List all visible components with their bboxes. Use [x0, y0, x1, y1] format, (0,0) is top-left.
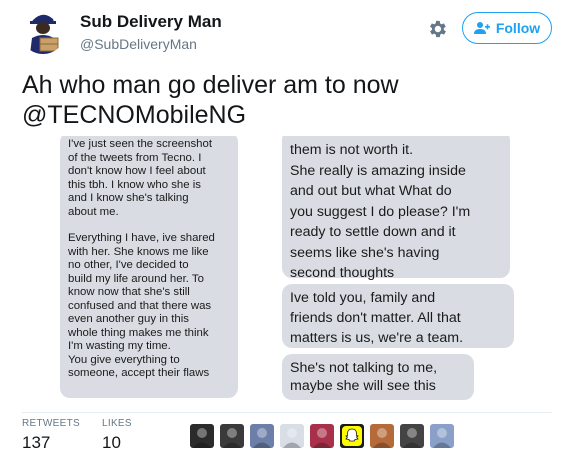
- message-line: of the tweets from Tecno. I: [68, 151, 202, 164]
- message-line: with her. She knows me like: [68, 245, 209, 258]
- message-bubble-right: them is not worth it. She really is amazi…: [282, 136, 510, 281]
- retweets-label: RETWEETS: [22, 418, 80, 429]
- tweet-header: Sub Delivery Man @SubDeliveryMan Follow: [0, 0, 570, 64]
- retweets-stat[interactable]: RETWEETS 137: [22, 418, 80, 453]
- gear-icon[interactable]: [426, 18, 448, 40]
- follow-button[interactable]: Follow: [462, 12, 552, 44]
- liker-avatar[interactable]: [370, 424, 394, 448]
- liker-avatar[interactable]: [430, 424, 454, 448]
- message-line: know now that she's still: [68, 286, 190, 298]
- add-user-icon: [473, 22, 490, 34]
- message-line: whole thing makes me think: [68, 326, 209, 339]
- message-line: about me.: [68, 205, 119, 218]
- liker-avatar[interactable]: [400, 424, 424, 448]
- message-bubble-right: She's not talking to me, maybe she will s…: [282, 354, 474, 400]
- message-line: [68, 219, 232, 232]
- message-line: and out but what What do: [290, 183, 452, 199]
- retweets-count: 137: [22, 433, 51, 452]
- liker-avatar[interactable]: [190, 424, 214, 448]
- message-line: friends don't matter. All that: [290, 310, 461, 326]
- message-line: Ive told you, family and: [290, 290, 436, 306]
- message-line: seems like she's having: [290, 244, 440, 261]
- message-line: Everything I have, ive shared: [68, 232, 215, 244]
- tweet-text-line: Ah who man go deliver am to now: [22, 71, 399, 99]
- message-line: confused and that there was: [68, 299, 212, 312]
- message-line: someone, accept their flaws: [68, 367, 210, 379]
- tweet-image[interactable]: I've just seen the screenshot of the twee…: [60, 136, 520, 408]
- message-line: I've just seen the screenshot: [68, 138, 213, 150]
- message-line: She really is amazing inside: [290, 162, 466, 179]
- message-line: You give everything to: [68, 353, 180, 366]
- message-line: She's not talking to me,: [290, 360, 438, 376]
- stats-divider: [22, 412, 552, 413]
- message-line: second thoughts: [290, 265, 395, 281]
- message-bubble-right: Ive told you, family and friends don't ma…: [282, 284, 514, 348]
- display-name[interactable]: Sub Delivery Man: [80, 12, 222, 32]
- avatar[interactable]: [20, 8, 66, 54]
- message-line: them is not worth it.: [290, 142, 414, 158]
- message-line: even another guy in this: [68, 313, 189, 325]
- liker-avatar[interactable]: [280, 424, 304, 448]
- snapchat-avatar[interactable]: [340, 424, 364, 448]
- likes-label: LIKES: [102, 418, 132, 429]
- mention-link[interactable]: @TECNOMobileNG: [22, 100, 552, 130]
- liker-avatar[interactable]: [250, 424, 274, 448]
- message-line: matters is us, we're a team.: [290, 330, 464, 346]
- message-line: and I know she's talking: [68, 192, 189, 204]
- message-line: I'm wasting my time.: [68, 340, 171, 352]
- message-line: maybe she will see this: [290, 378, 436, 394]
- likes-count: 10: [102, 433, 121, 452]
- message-bubble-left: I've just seen the screenshot of the twee…: [60, 136, 238, 398]
- message-line: no other, I've decided to: [68, 259, 189, 271]
- message-line: you suggest I do please? I'm: [290, 203, 471, 220]
- likes-stat[interactable]: LIKES 10: [102, 418, 132, 453]
- message-line: build my life around her. To: [68, 272, 204, 285]
- delivery-man-avatar-icon: [20, 8, 66, 54]
- follow-label: Follow: [495, 20, 541, 36]
- liker-avatar[interactable]: [220, 424, 244, 448]
- message-line: don't know how I feel about: [68, 165, 206, 177]
- liker-avatar[interactable]: [310, 424, 334, 448]
- likers-row: [190, 424, 460, 448]
- message-line: ready to settle down and it: [290, 224, 456, 240]
- screen-name[interactable]: @SubDeliveryMan: [80, 36, 197, 52]
- tweet-text: Ah who man go deliver am to now @TECNOMo…: [22, 70, 552, 130]
- message-line: this tbh. I know who she is: [68, 178, 201, 191]
